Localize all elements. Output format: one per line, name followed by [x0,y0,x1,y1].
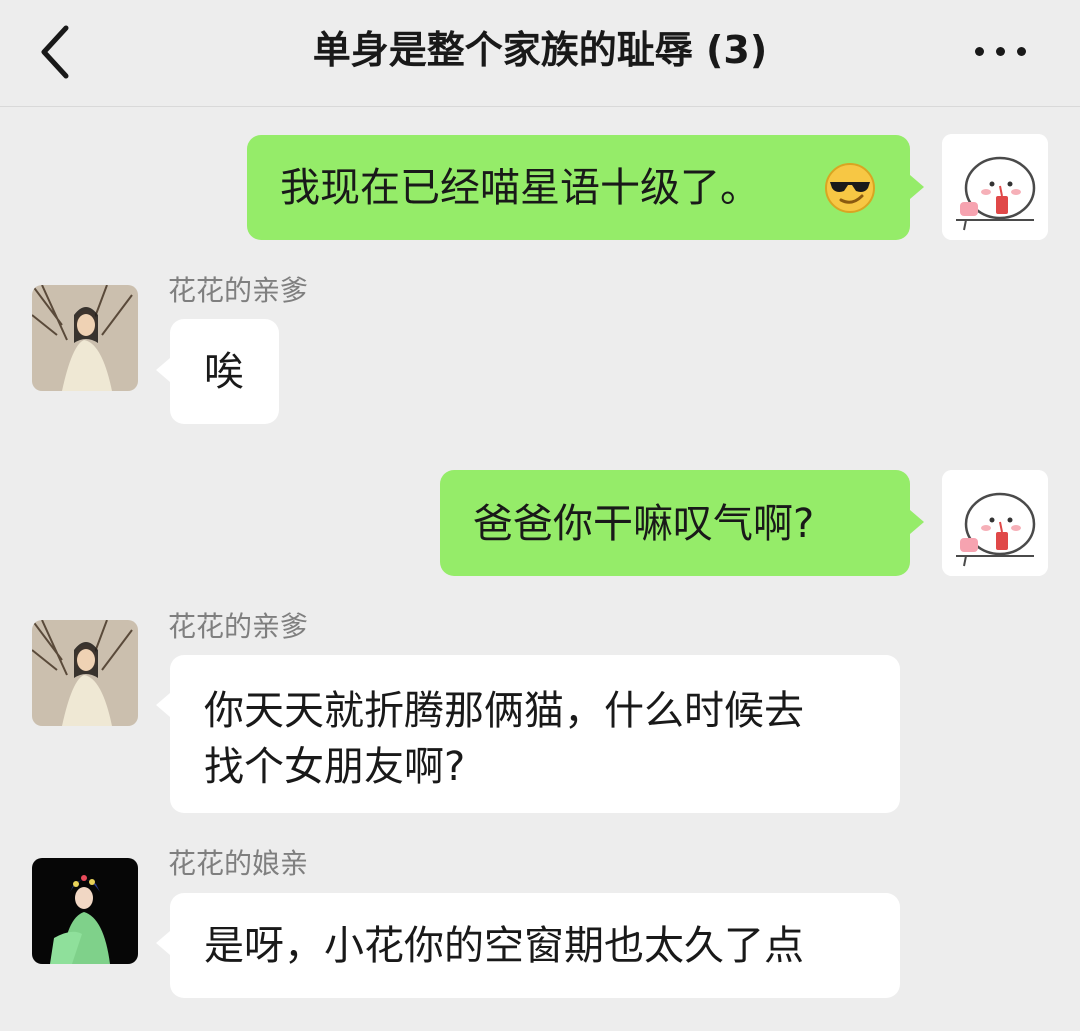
avatar-father[interactable] [32,285,138,391]
bubble-tail [156,693,170,717]
message-bubble-self[interactable]: 我现在已经喵星语十级了。 [247,135,910,240]
sender-name: 花花的亲爹 [168,274,309,307]
bubble-tail [910,175,924,199]
sunglasses-emoji [825,163,875,213]
bubble-tail [156,931,170,955]
message-text: 你天天就折腾那俩猫，什么时候去 找个女朋友啊? [204,688,804,790]
message-text: 唉 [204,349,244,395]
avatar-self[interactable] [942,470,1048,576]
avatar-self[interactable] [942,134,1048,240]
more-dot [1017,47,1026,56]
sender-name: 花花的亲爹 [168,610,309,643]
avatar-mother[interactable] [32,858,138,964]
opera-costume-avatar-icon [32,858,138,964]
message-bubble-other[interactable]: 是呀，小花你的空窗期也太久了点 [170,893,900,998]
more-dot [996,47,1005,56]
chevron-left-icon [41,25,69,79]
message-bubble-other[interactable]: 唉 [170,319,279,424]
opera-portrait-avatar-icon [32,285,138,391]
back-button[interactable] [32,22,82,82]
message-text: 爸爸你干嘛叹气啊? [473,501,815,547]
cartoon-bun-avatar-icon [942,134,1048,240]
cartoon-bun-avatar-icon [942,470,1048,576]
more-dots-icon [975,47,984,56]
message-bubble-self[interactable]: 爸爸你干嘛叹气啊? [440,470,910,576]
bubble-tail [156,358,170,382]
message-text: 我现在已经喵星语十级了。 [280,165,760,211]
bubble-tail [910,510,924,534]
message-bubble-other[interactable]: 你天天就折腾那俩猫，什么时候去 找个女朋友啊? [170,655,900,813]
more-button[interactable] [972,30,1032,70]
chat-header: 单身是整个家族的耻辱 (3) [0,0,1080,107]
avatar-father[interactable] [32,620,138,726]
chat-title: 单身是整个家族的耻辱 (3) [312,28,768,72]
sender-name: 花花的娘亲 [168,847,309,880]
message-text: 是呀，小花你的空窗期也太久了点 [204,923,804,969]
opera-portrait-avatar-icon [32,620,138,726]
